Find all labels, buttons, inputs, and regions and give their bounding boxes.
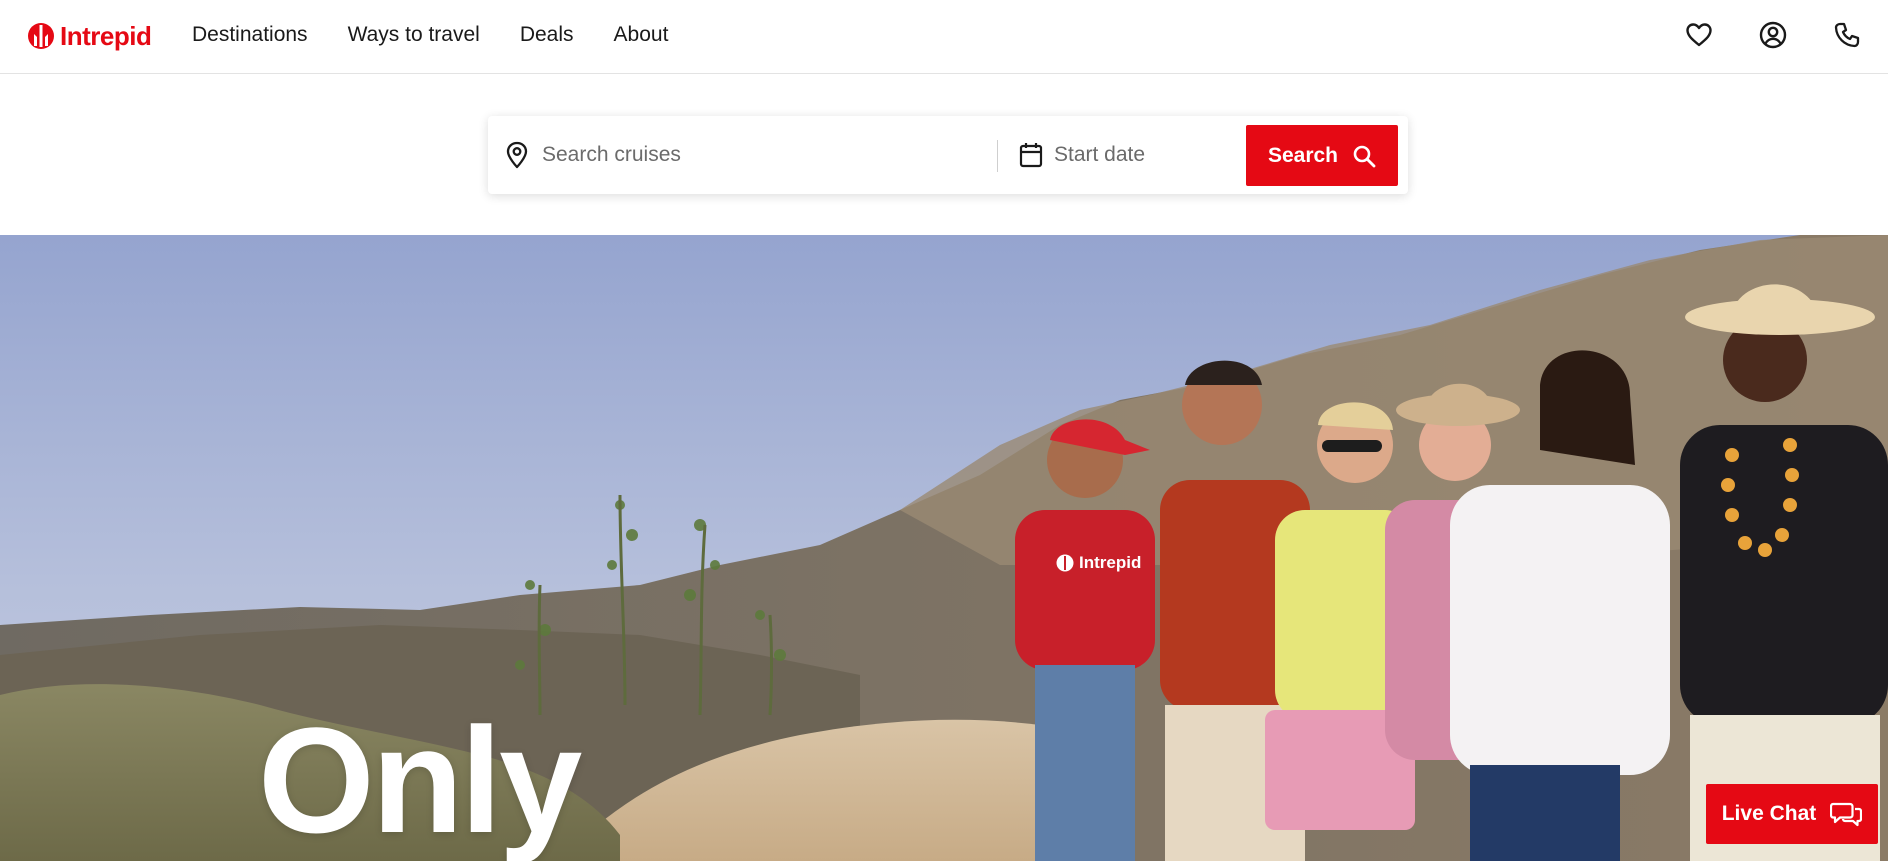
search-divider [997,140,998,172]
location-pin-icon [506,141,528,169]
hero-heading: Only [258,696,582,861]
nav-item-ways-to-travel[interactable]: Ways to travel [348,23,480,47]
calendar-icon [1019,143,1043,168]
intrepid-shirt-mark-icon [1056,554,1074,572]
account-button[interactable] [1758,20,1788,50]
live-chat-label: Live Chat [1721,802,1817,825]
nav-item-deals[interactable]: Deals [520,23,574,47]
trip-search-bar: Search [488,116,1408,194]
chat-bubbles-icon [1830,802,1863,827]
live-chat-button[interactable]: Live Chat [1706,784,1878,844]
search-button-label: Search [1267,143,1339,167]
search-icon [1353,145,1376,167]
phone-button[interactable] [1832,20,1862,50]
intrepid-logo[interactable]: Intrepid [26,18,152,54]
nav-item-about[interactable]: About [614,23,669,47]
tshirt-brand-logo: Intrepid [1055,553,1141,573]
destination-search-input[interactable] [542,134,962,176]
tshirt-logo-text: Intrepid [1079,553,1142,572]
site-header: Intrepid Destinations Ways to travel Dea… [0,0,1888,74]
hero-banner: Intrepid Only [0,235,1888,861]
phone-icon [1834,22,1860,48]
search-button[interactable]: Search [1246,125,1398,186]
intrepid-logo-mark-icon [28,23,54,49]
main-nav: Destinations Ways to travel Deals About [192,0,668,70]
wishlist-button[interactable] [1684,20,1714,50]
heart-icon [1686,23,1712,47]
logo-wordmark: Intrepid [60,20,152,51]
header-actions [1684,0,1862,70]
nav-item-destinations[interactable]: Destinations [192,23,308,47]
account-icon [1759,21,1787,49]
start-date-input[interactable] [1054,134,1224,176]
